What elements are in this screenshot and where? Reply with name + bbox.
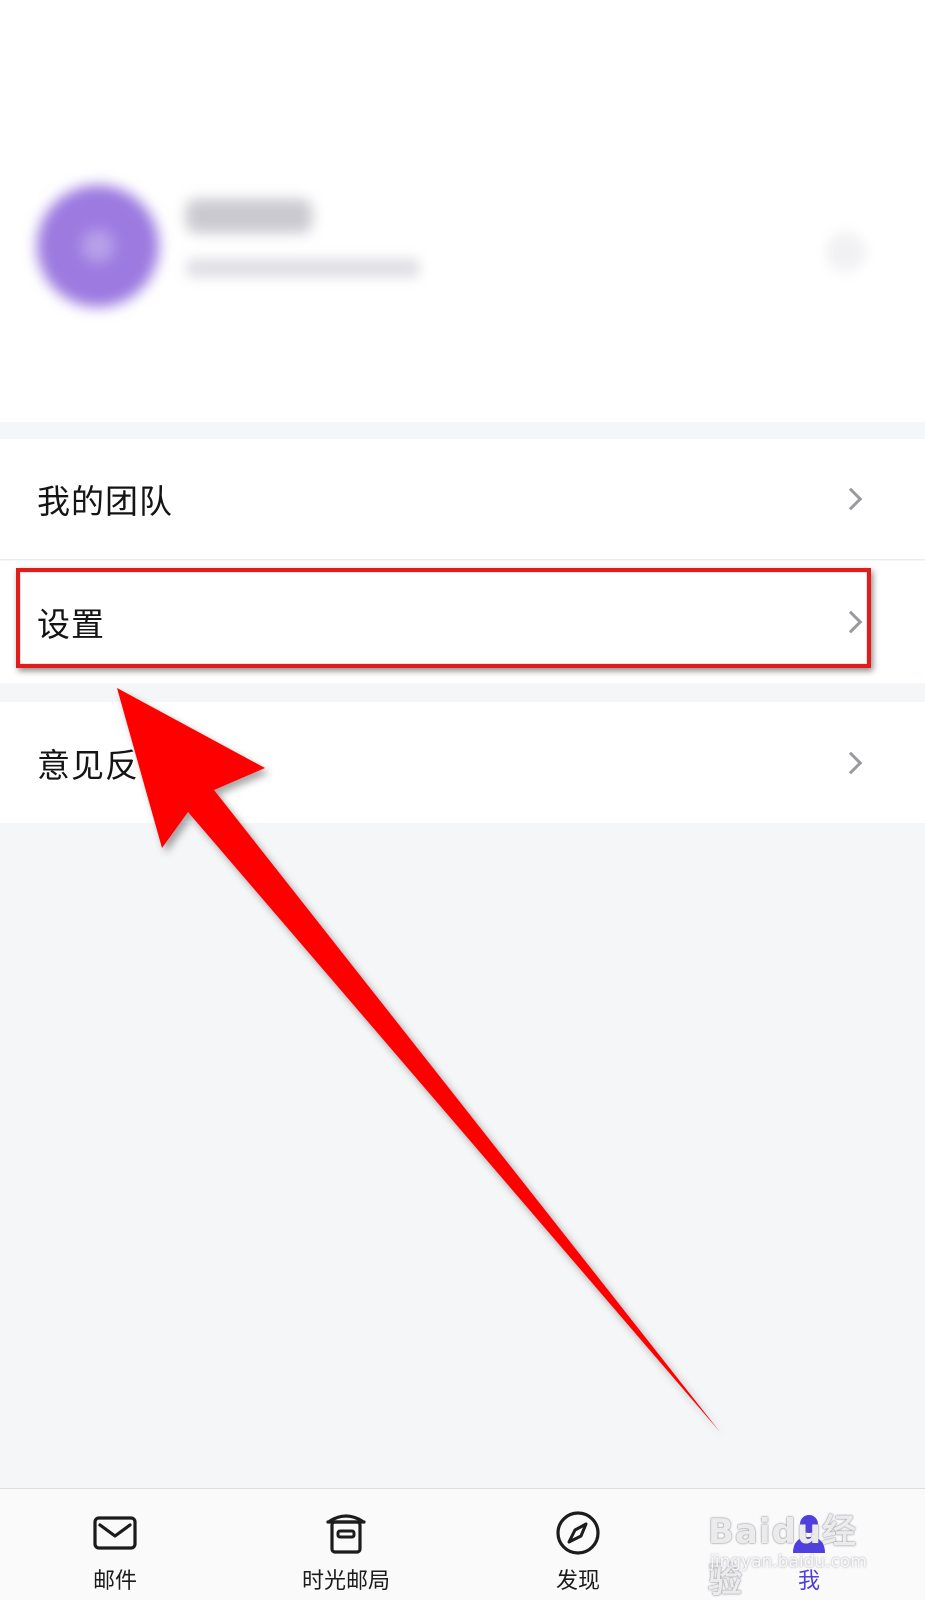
username-blurred: [186, 199, 312, 233]
mailbox-icon: [326, 1514, 366, 1554]
chevron-right-icon: [839, 751, 863, 774]
tab-mail[interactable]: 邮件: [35, 1489, 195, 1600]
avatar: [37, 185, 159, 307]
menu-item-label: 我的团队: [37, 482, 173, 521]
profile-chevron-icon: [826, 232, 866, 272]
tab-me[interactable]: 我: [729, 1489, 889, 1600]
person-icon: [793, 1515, 825, 1553]
tab-discover[interactable]: 发现: [498, 1489, 658, 1600]
menu-item-my-team[interactable]: 我的团队: [0, 439, 925, 560]
chevron-right-icon: [839, 610, 863, 634]
email-blurred: [186, 258, 420, 278]
tab-label: 我: [797, 1569, 820, 1594]
chevron-right-icon: [839, 487, 863, 511]
menu-item-feedback[interactable]: 意见反: [0, 702, 925, 823]
profile-header[interactable]: [0, 0, 925, 422]
menu-item-label: 设置: [37, 605, 105, 644]
menu-item-label: 意见反: [37, 745, 139, 785]
bottom-tab-bar: 邮件 时光邮局 发现 我: [0, 1488, 925, 1600]
menu-item-settings[interactable]: 设置: [0, 561, 925, 683]
tab-label: 时光邮局: [301, 1569, 390, 1594]
tab-time-post-office[interactable]: 时光邮局: [266, 1489, 426, 1600]
mail-icon: [93, 1516, 137, 1550]
compass-icon: [556, 1511, 600, 1555]
tab-label: 发现: [555, 1569, 600, 1594]
tab-label: 邮件: [92, 1569, 137, 1594]
